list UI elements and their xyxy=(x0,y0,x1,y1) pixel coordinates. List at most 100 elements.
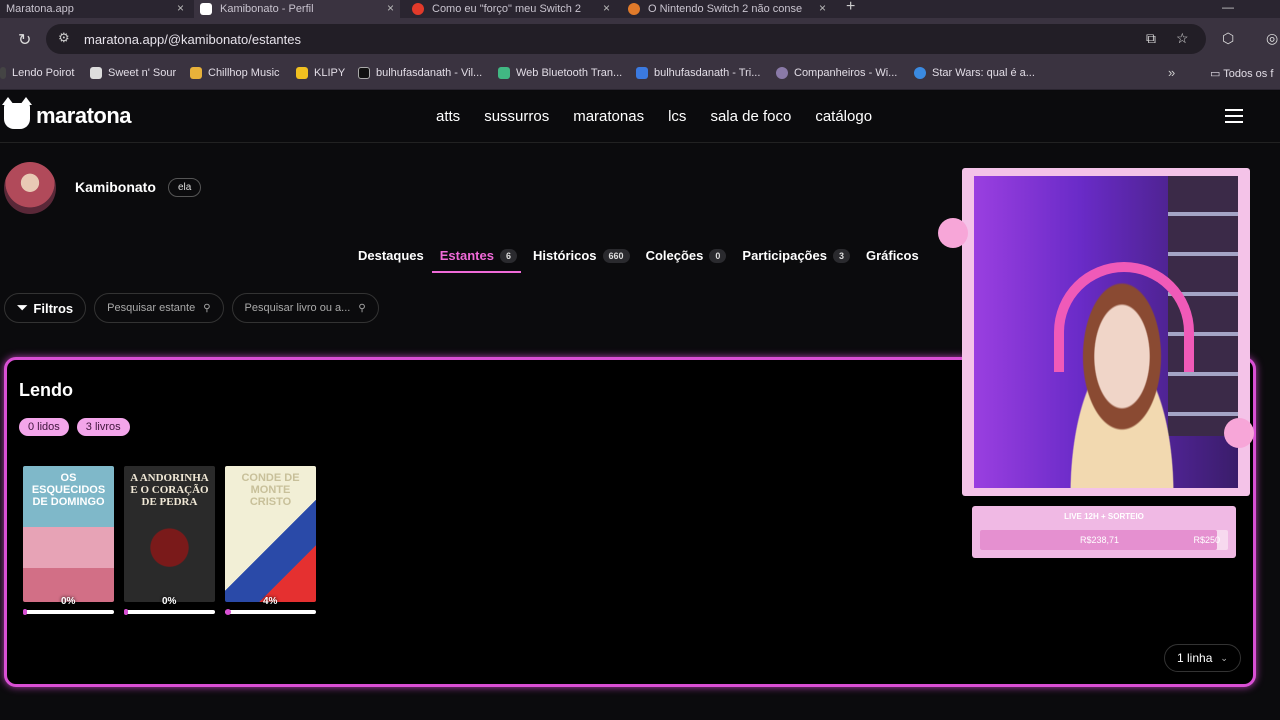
search-shelf-input[interactable]: Pesquisar estante ⚲ xyxy=(94,293,224,323)
browser-tab[interactable]: O Nintendo Switch 2 não conse × xyxy=(622,0,832,18)
progress-bar: 0% xyxy=(23,596,114,618)
nav-link-lcs[interactable]: lcs xyxy=(668,108,686,125)
profile-icon[interactable]: ◎ xyxy=(1266,30,1278,47)
close-icon[interactable]: × xyxy=(387,1,394,15)
maratona-logo[interactable]: maratona xyxy=(2,97,132,129)
minimize-icon[interactable]: — xyxy=(1222,0,1234,14)
tab-title: O Nintendo Switch 2 não conse xyxy=(648,3,803,15)
donation-goal-widget: LIVE 12H + SORTEIO R$238,71 R$250 xyxy=(972,506,1236,558)
goal-current-amount: R$238,71 xyxy=(1080,535,1120,545)
tab-title: Kamibonato - Perfil xyxy=(220,3,314,15)
rows-select-value: 1 linha xyxy=(1177,651,1213,665)
nav-link-sussurros[interactable]: sussurros xyxy=(484,108,549,125)
all-bookmarks-folder[interactable]: ▭ Todos os f xyxy=(1210,67,1273,80)
goal-progress-bar: R$238,71 R$250 xyxy=(980,530,1228,550)
tab-participacoes[interactable]: Participações 3 xyxy=(742,248,850,263)
bookmark-label: KLIPY xyxy=(314,67,346,79)
extensions-icon[interactable]: ⬡ xyxy=(1222,30,1234,47)
logo-text: maratona xyxy=(36,103,132,128)
webcam-overlay xyxy=(938,168,1254,496)
book-cover[interactable]: CONDE DE MONTE CRISTO xyxy=(225,466,316,602)
books-count-pill[interactable]: 3 livros xyxy=(76,418,130,436)
nav-link-sala-de-foco[interactable]: sala de foco xyxy=(710,108,791,125)
browser-tab[interactable]: Maratona.app × xyxy=(0,0,190,18)
tab-count-badge: 660 xyxy=(602,248,630,263)
bookmark-item[interactable]: bulhufasdanath - Tri... xyxy=(636,67,760,79)
book-cover-title: OS ESQUECIDOS DE DOMINGO xyxy=(31,472,106,508)
bookmark-item[interactable]: Star Wars: qual é a... xyxy=(914,67,1035,79)
close-icon[interactable]: × xyxy=(819,1,826,15)
bookmark-label: Lendo Poirot xyxy=(12,67,75,79)
search-icon: ⚲ xyxy=(203,302,211,314)
tab-estantes[interactable]: Estantes 6 xyxy=(431,248,522,273)
bookmark-label: Star Wars: qual é a... xyxy=(932,67,1035,79)
bookmark-favicon-icon xyxy=(776,67,788,79)
bookmark-item[interactable]: KLIPY xyxy=(296,67,345,79)
book-cover-title: A ANDORINHA E O CORAÇÃO DE PEDRA xyxy=(130,472,209,508)
bookmark-item[interactable]: Chillhop Music xyxy=(190,67,280,79)
bookmark-item[interactable]: Sweet n' Sour xyxy=(90,67,176,79)
nav-link-atts[interactable]: atts xyxy=(436,108,460,125)
bookmark-favicon-icon xyxy=(358,67,370,79)
book-item[interactable]: CONDE DE MONTE CRISTO 4% xyxy=(225,466,316,618)
tab-label: Históricos xyxy=(532,248,597,263)
shelf-title: Lendo xyxy=(19,380,73,400)
bookmark-item[interactable]: Web Bluetooth Tran... xyxy=(498,67,622,79)
top-navigation: maratona atts sussurros maratonas lcs sa… xyxy=(0,91,1280,143)
tab-historicos[interactable]: Históricos 660 xyxy=(533,248,630,263)
bookmark-item[interactable]: Lendo Poirot xyxy=(0,67,74,79)
new-tab-icon[interactable]: + xyxy=(846,0,855,16)
bookmark-favicon-icon xyxy=(296,67,308,79)
tab-label: Participações xyxy=(742,248,827,263)
tab-count-badge: 3 xyxy=(832,248,850,263)
tab-label: Coleções xyxy=(645,248,704,263)
avatar[interactable] xyxy=(4,162,56,214)
read-count-pill[interactable]: 0 lidos xyxy=(19,418,69,436)
hamburger-menu-icon[interactable] xyxy=(1225,109,1243,123)
tab-title: Como eu "forço" meu Switch 2 xyxy=(432,3,582,15)
bookmark-label: Companheiros - Wi... xyxy=(794,67,898,79)
tab-title: Maratona.app xyxy=(6,3,74,15)
bookmark-favicon-icon xyxy=(90,67,102,79)
bookmark-favicon-icon xyxy=(636,67,648,79)
site-info-icon[interactable]: ⚙ xyxy=(58,30,70,46)
search-book-input[interactable]: Pesquisar livro ou a... ⚲ xyxy=(231,293,379,323)
book-cover[interactable]: OS ESQUECIDOS DE DOMINGO xyxy=(23,466,114,602)
book-item[interactable]: OS ESQUECIDOS DE DOMINGO 0% xyxy=(23,466,114,618)
omnibox[interactable]: ⚙ maratona.app/@kamibonato/estantes ⧉ ☆ xyxy=(46,24,1206,54)
book-item[interactable]: A ANDORINHA E O CORAÇÃO DE PEDRA 0% xyxy=(124,466,215,618)
nav-link-catalogo[interactable]: catálogo xyxy=(815,108,872,125)
tab-destaques[interactable]: Destaques xyxy=(358,248,424,263)
browser-tab[interactable]: Como eu "forço" meu Switch 2 × xyxy=(406,0,616,18)
url-text[interactable]: maratona.app/@kamibonato/estantes xyxy=(84,32,301,47)
nav-link-maratonas[interactable]: maratonas xyxy=(573,108,644,125)
install-app-icon[interactable]: ⧉ xyxy=(1146,30,1156,47)
tab-count-badge: 0 xyxy=(709,248,727,263)
book-cover-title: CONDE DE MONTE CRISTO xyxy=(241,472,300,508)
more-bookmarks-icon[interactable]: » xyxy=(1168,65,1175,80)
browser-tab-active[interactable]: Kamibonato - Perfil × xyxy=(194,0,400,18)
main-nav: atts sussurros maratonas lcs sala de foc… xyxy=(436,108,872,125)
reload-icon[interactable]: ↻ xyxy=(18,30,31,50)
progress-bar: 4% xyxy=(225,596,316,618)
rows-select[interactable]: 1 linha ⌄ xyxy=(1164,644,1241,672)
all-bookmarks-label: Todos os f xyxy=(1223,68,1274,80)
tab-label: Destaques xyxy=(358,248,424,263)
tab-graficos[interactable]: Gráficos xyxy=(866,248,919,263)
close-icon[interactable]: × xyxy=(603,1,610,15)
bookmark-item[interactable]: Companheiros - Wi... xyxy=(776,67,897,79)
bookmark-label: Web Bluetooth Tran... xyxy=(516,67,623,79)
goal-title: LIVE 12H + SORTEIO xyxy=(1064,512,1144,521)
progress-percent: 0% xyxy=(61,596,76,607)
chevron-down-icon: ⌄ xyxy=(1220,652,1228,663)
bookmark-item[interactable]: bulhufasdanath - Vil... xyxy=(358,67,482,79)
book-cover[interactable]: A ANDORINHA E O CORAÇÃO DE PEDRA xyxy=(124,466,215,602)
bookmark-label: Chillhop Music xyxy=(208,67,280,79)
filters-button[interactable]: ⏷ Filtros xyxy=(4,293,87,323)
flower-decoration-icon xyxy=(1224,418,1254,448)
close-icon[interactable]: × xyxy=(177,1,184,15)
tab-colecoes[interactable]: Coleções 0 xyxy=(646,248,727,263)
maratona-favicon-icon xyxy=(200,3,212,15)
bookmark-label: bulhufasdanath - Tri... xyxy=(654,67,761,79)
bookmark-star-icon[interactable]: ☆ xyxy=(1176,30,1189,47)
